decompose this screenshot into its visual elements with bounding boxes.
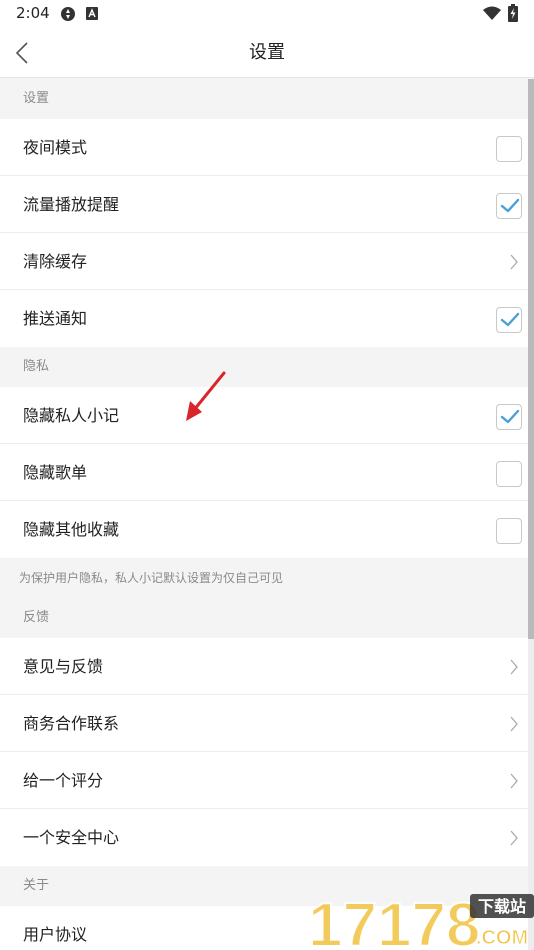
scrollbar[interactable]: [528, 79, 534, 950]
settings-list: 设置 夜间模式 流量播放提醒 清除缓存 推送通知 隐私 隐藏私人小记 隐藏歌单 …: [0, 79, 528, 950]
hide-playlists-checkbox[interactable]: [496, 461, 522, 487]
data-playback-reminder-row[interactable]: 流量播放提醒: [0, 176, 528, 233]
clear-cache-label: 清除缓存: [23, 252, 88, 271]
hide-other-favorites-row[interactable]: 隐藏其他收藏: [0, 501, 528, 558]
watermark-number: 17178: [308, 891, 480, 950]
checkmark-icon: [500, 409, 520, 424]
section-header-feedback: 反馈: [0, 598, 528, 638]
chevron-left-icon: [15, 42, 28, 64]
checkmark-icon: [500, 198, 520, 213]
hide-other-favorites-checkbox[interactable]: [496, 518, 522, 544]
section-header-settings: 设置: [0, 79, 528, 119]
hide-private-notes-label: 隐藏私人小记: [23, 406, 120, 425]
business-contact-row[interactable]: 商务合作联系: [0, 695, 528, 752]
watermark-domain: .COM: [476, 927, 528, 949]
feedback-row[interactable]: 意见与反馈: [0, 638, 528, 695]
hide-private-notes-row[interactable]: 隐藏私人小记: [0, 387, 528, 444]
push-notification-checkbox[interactable]: [496, 307, 522, 333]
security-center-label: 一个安全中心: [23, 828, 120, 847]
data-playback-reminder-label: 流量播放提醒: [23, 195, 120, 214]
hide-private-notes-checkbox[interactable]: [496, 404, 522, 430]
scrollbar-thumb[interactable]: [528, 79, 534, 639]
business-contact-label: 商务合作联系: [23, 714, 120, 733]
user-agreement-label: 用户协议: [23, 925, 88, 944]
chevron-right-icon: [510, 254, 518, 270]
battery-charging-icon: [508, 4, 518, 22]
rate-app-row[interactable]: 给一个评分: [0, 752, 528, 809]
watermark-badge: 下载站: [478, 897, 526, 916]
night-mode-checkbox[interactable]: [496, 136, 522, 162]
hide-other-favorites-label: 隐藏其他收藏: [23, 520, 120, 539]
status-time: 2:04: [16, 4, 50, 22]
chevron-right-icon: [510, 716, 518, 732]
privacy-note: 为保护用户隐私，私人小记默认设置为仅自己可见: [0, 558, 528, 598]
clear-cache-row[interactable]: 清除缓存: [0, 233, 528, 290]
push-notification-row[interactable]: 推送通知: [0, 290, 528, 347]
status-bar: 2:04: [0, 0, 534, 28]
hide-playlists-label: 隐藏歌单: [23, 463, 88, 482]
section-header-privacy: 隐私: [0, 347, 528, 387]
rate-app-label: 给一个评分: [23, 771, 104, 790]
watermark-logo: 17178 下载站 .COM: [308, 890, 534, 950]
chevron-right-icon: [510, 659, 518, 675]
back-button[interactable]: [8, 34, 38, 72]
night-mode-label: 夜间模式: [23, 138, 88, 157]
security-center-row[interactable]: 一个安全中心: [0, 809, 528, 866]
title-bar: 设置: [0, 28, 534, 78]
annotation-arrow-icon: [186, 371, 226, 421]
feedback-label: 意见与反馈: [23, 657, 104, 676]
data-playback-reminder-checkbox[interactable]: [496, 193, 522, 219]
wifi-icon: [483, 6, 501, 20]
chevron-right-icon: [510, 830, 518, 846]
chevron-right-icon: [510, 773, 518, 789]
checkmark-icon: [500, 312, 520, 327]
sync-icon: [61, 7, 75, 21]
a-icon: [86, 7, 98, 20]
push-notification-label: 推送通知: [23, 309, 88, 328]
hide-playlists-row[interactable]: 隐藏歌单: [0, 444, 528, 501]
page-title: 设置: [249, 42, 285, 63]
night-mode-row[interactable]: 夜间模式: [0, 119, 528, 176]
